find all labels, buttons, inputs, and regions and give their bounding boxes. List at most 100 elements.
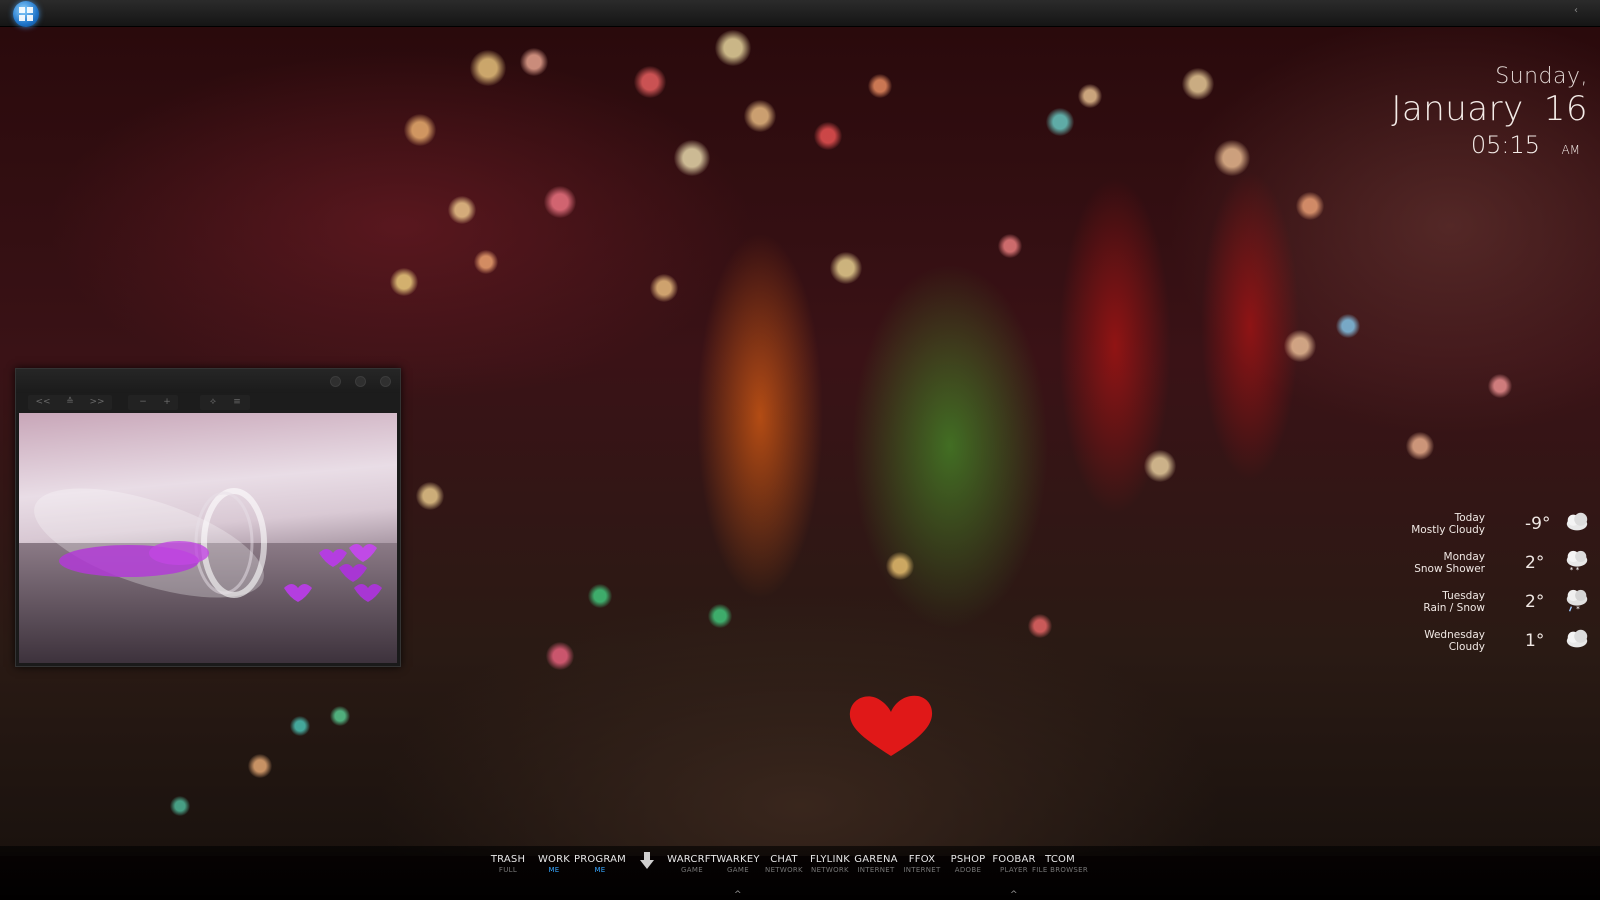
bokeh-light (674, 140, 710, 176)
weather-day: Monday (1443, 551, 1485, 563)
weather-description: Wednesday Cloudy (1424, 629, 1485, 653)
previous-button[interactable]: << (34, 396, 52, 409)
start-button[interactable] (13, 1, 39, 27)
minimize-button[interactable] (330, 376, 341, 387)
weather-condition: Snow Shower (1414, 563, 1485, 575)
bokeh-light (886, 552, 914, 580)
weather-row-2: Tuesday Rain / Snow 2° * (1405, 588, 1595, 627)
clock-time-value: 05:15 (1470, 131, 1540, 159)
maximize-button[interactable] (355, 376, 366, 387)
photo-viewer-window[interactable]: << ≙ >> − + ⟡ ≡ (15, 368, 401, 667)
clock-month: January (1391, 89, 1524, 129)
bokeh-light (1028, 614, 1052, 638)
weather-description: Today Mostly Cloudy (1411, 512, 1485, 536)
clock-day: Sunday, (1495, 64, 1588, 89)
dock-item-program[interactable]: PROGRAM ME (560, 854, 640, 874)
bokeh-light (1078, 84, 1102, 108)
bokeh-light (1214, 140, 1250, 176)
bokeh-light (248, 754, 272, 778)
bokeh-light (650, 274, 678, 302)
bokeh-light (1284, 330, 1316, 362)
bokeh-light (830, 252, 862, 284)
menu-button[interactable]: ≡ (230, 396, 244, 409)
chevron-up-icon[interactable]: ^ (1010, 890, 1018, 900)
weather-description: Tuesday Rain / Snow (1423, 590, 1485, 614)
clock-widget: Sunday, January 16 05:15 AM (1391, 64, 1588, 159)
weather-temperature: 2° (1525, 553, 1545, 573)
cloud-icon (1566, 629, 1588, 648)
weather-temperature: 1° (1525, 631, 1545, 651)
bokeh-light (744, 100, 776, 132)
weather-day: Today (1454, 512, 1485, 524)
bokeh-light (474, 250, 498, 274)
weather-temperature: -9° (1525, 514, 1551, 534)
bokeh-light (404, 114, 436, 146)
bokeh-light (544, 186, 576, 218)
bokeh-light (715, 30, 751, 66)
bokeh-light (998, 234, 1022, 258)
bokeh-light (588, 584, 612, 608)
photo-image (19, 488, 397, 663)
chevron-up-icon[interactable]: ^ (734, 890, 742, 900)
zoom-in-button[interactable]: + (160, 396, 174, 409)
bokeh-light (814, 122, 842, 150)
zoom-out-button[interactable]: − (136, 396, 150, 409)
bokeh-light (1144, 450, 1176, 482)
dock-item-sublabel: FILE BROWSER (1031, 866, 1089, 874)
bokeh-light (520, 48, 548, 76)
weather-description: Monday Snow Shower (1414, 551, 1485, 575)
bokeh-light (1182, 68, 1214, 100)
clock-date: January 16 (1391, 89, 1588, 129)
bokeh-light (1296, 192, 1324, 220)
svg-text:*: * (1576, 604, 1580, 613)
weather-temperature: 2° (1525, 592, 1545, 612)
viewer-toolbar: << ≙ >> − + ⟡ ≡ (16, 393, 400, 413)
dock-item-tcom[interactable]: TCOM FILE BROWSER (1020, 854, 1100, 874)
dock-item-label: PROGRAM (573, 854, 626, 865)
windows-logo-icon (19, 7, 33, 21)
svg-text:* *: * * (1570, 565, 1580, 574)
cloud-icon (1566, 512, 1588, 531)
bokeh-light (634, 66, 666, 98)
rotate-button[interactable]: ⟡ (206, 396, 220, 409)
slideshow-button[interactable]: ≙ (61, 396, 79, 409)
bokeh-light (1488, 374, 1512, 398)
weather-day: Tuesday (1442, 590, 1485, 602)
rain-snow-cloud-icon: * (1566, 589, 1588, 613)
clock-ampm: AM (1561, 143, 1580, 157)
weather-row-3: Wednesday Cloudy 1° (1405, 627, 1595, 666)
close-button[interactable] (380, 376, 391, 387)
weather-condition: Cloudy (1448, 641, 1485, 653)
weather-widget: Today Mostly Cloudy -9° Monday Snow Shower 2°… (1405, 510, 1595, 666)
bokeh-light (290, 716, 310, 736)
bokeh-light (330, 706, 350, 726)
clock-day-number: 16 (1543, 89, 1588, 129)
viewer-photo (19, 413, 397, 663)
top-taskbar: ‹ (0, 0, 1600, 27)
bokeh-light (470, 50, 506, 86)
weather-condition: Mostly Cloudy (1411, 524, 1485, 536)
bokeh-light (390, 268, 418, 296)
chevron-left-icon[interactable]: ‹ (1574, 5, 1578, 16)
dock-item-label: TCOM (1045, 854, 1075, 865)
dock-item-sublabel: ME (594, 866, 606, 874)
clock-time: 05:15 AM (1343, 131, 1580, 159)
bokeh-light (1336, 314, 1360, 338)
next-button[interactable]: >> (88, 396, 106, 409)
bokeh-light (448, 196, 476, 224)
weather-row-1: Monday Snow Shower 2° * * (1405, 549, 1595, 588)
bokeh-light (1406, 432, 1434, 460)
snow-cloud-icon: * * (1566, 550, 1588, 574)
bokeh-light (1046, 108, 1074, 136)
bokeh-light (708, 604, 732, 628)
red-heart-decoration (849, 695, 933, 756)
bokeh-light (546, 642, 574, 670)
viewer-titlebar[interactable] (16, 369, 400, 393)
weather-condition: Rain / Snow (1423, 602, 1485, 614)
bokeh-light (170, 796, 190, 816)
bokeh-light (868, 74, 892, 98)
app-dock: TRASH FULL WORK ME PROGRAM ME WARCRFT GAME WARKE… (0, 846, 1600, 900)
bokeh-light (416, 482, 444, 510)
weather-day: Wednesday (1424, 629, 1485, 641)
weather-row-0: Today Mostly Cloudy -9° (1405, 510, 1595, 549)
